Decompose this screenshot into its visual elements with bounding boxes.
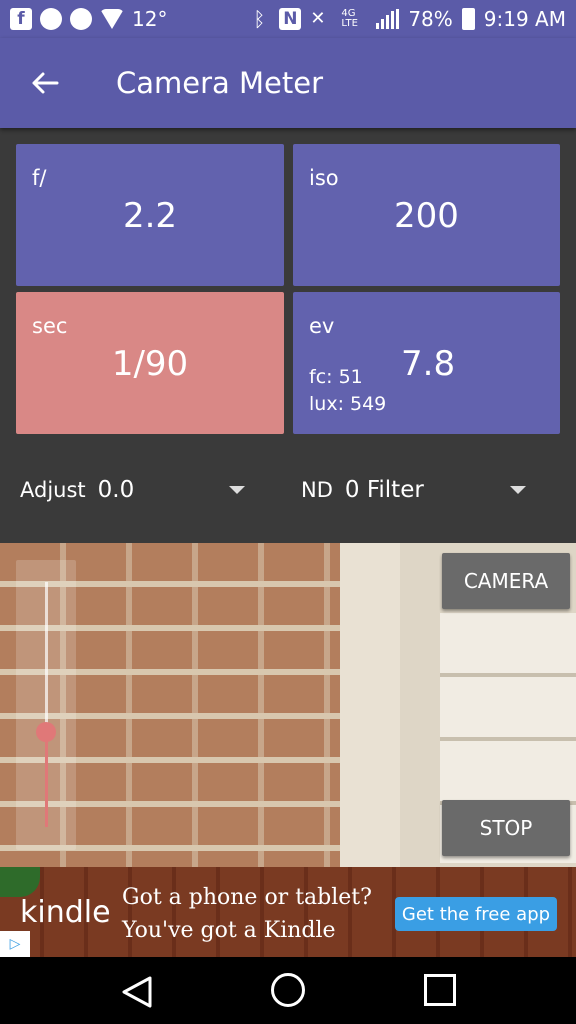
aperture-tile[interactable]: f/ 2.2 [16,144,284,286]
adjust-label: Adjust [20,478,86,502]
camera-button[interactable]: CAMERA [442,553,570,609]
leaf-decoration [0,867,40,897]
slider-thumb[interactable] [36,722,56,742]
iso-label: iso [309,166,339,190]
adjust-value: 0.0 [97,477,135,503]
adjust-dropdown[interactable]: Adjust 0.0 [20,468,250,512]
lux-readout: lux: 549 [309,393,387,415]
ad-headline-line-2: You've got a Kindle [122,918,336,943]
nav-back-icon[interactable] [120,975,154,1009]
clock: 9:19 AM [483,7,566,31]
ev-tile[interactable]: ev 7.8 fc: 51 lux: 549 [293,292,560,434]
ev-label: ev [309,314,335,338]
network-type: 4G LTE [341,8,358,29]
ev-value: 7.8 [401,344,456,384]
facebook-icon: f [10,8,32,30]
nfc-icon: N [279,8,302,30]
ad-banner[interactable]: kindle Got a phone or tablet? You've got… [0,867,576,957]
adjust-chevron-down-icon [229,486,245,494]
temperature: 12° [132,7,168,31]
whatsapp-icon [40,8,62,30]
ad-headline-line-1: Got a phone or tablet? [122,885,372,910]
status-bar: f 12° ᛒ N ✕ 4G LTE 78% 9:19 AM [0,0,576,38]
adchoices-icon[interactable]: ▷ [0,931,30,957]
fc-readout: fc: 51 [309,366,363,388]
shutter-label: sec [32,314,68,338]
slider-fill [45,732,48,827]
slider-track-line [45,582,48,732]
battery-icon [461,8,475,30]
nd-label: ND [301,478,333,502]
iso-value: 200 [394,196,459,236]
nav-recents-icon[interactable] [424,974,456,1006]
iso-tile[interactable]: iso 200 [293,144,560,286]
aperture-icon [70,8,92,30]
navigation-bar [0,957,576,1024]
kindle-logo: kindle [20,895,111,930]
nav-home-icon[interactable] [271,973,305,1007]
battery-percent: 78% [408,7,453,31]
bluetooth-icon: ᛒ [253,7,266,31]
nd-value: 0 Filter [344,477,424,503]
back-button[interactable] [0,38,90,128]
aperture-value: 2.2 [122,196,178,236]
nd-filter-dropdown[interactable]: ND 0 Filter [301,468,531,512]
stop-button[interactable]: STOP [442,800,570,856]
app-bar: Camera Meter [0,38,576,128]
get-app-button[interactable]: Get the free app [395,897,557,931]
nd-chevron-down-icon [510,486,526,494]
arrow-left-icon [32,72,59,94]
page-title: Camera Meter [116,66,324,100]
ad-headline: Got a phone or tablet? You've got a Kind… [122,881,372,947]
shutter-tile[interactable]: sec 1/90 [16,292,284,434]
shutter-value: 1/90 [111,344,189,384]
wifi-icon [100,9,124,29]
mute-icon: ✕ [310,8,326,29]
aperture-label: f/ [32,166,47,190]
signal-icon [376,9,400,29]
